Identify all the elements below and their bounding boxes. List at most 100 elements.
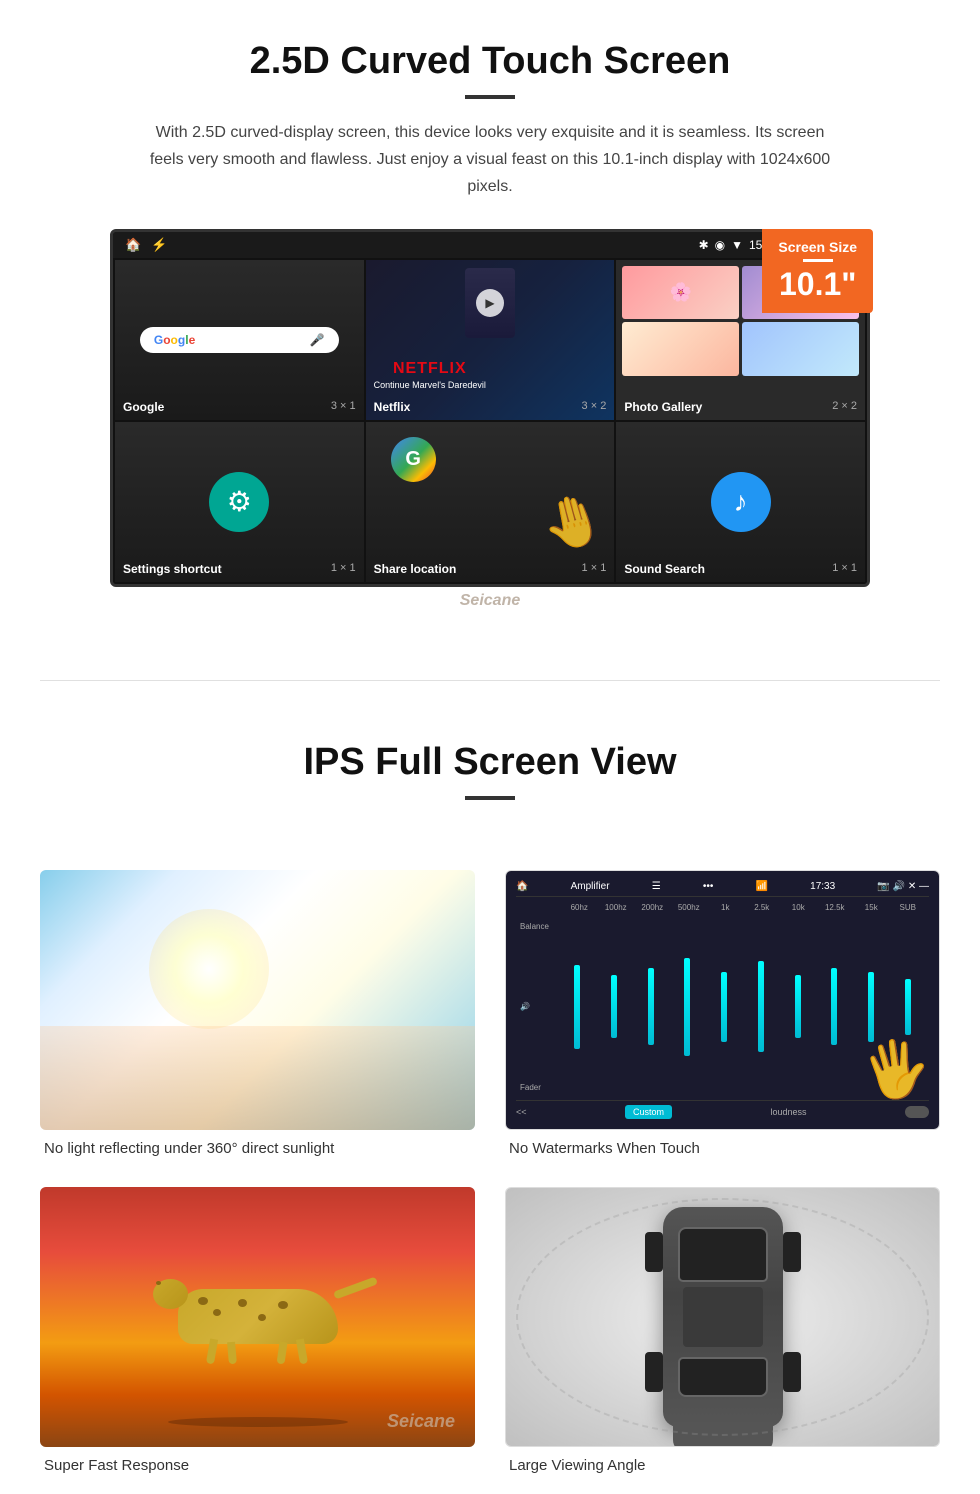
image-grid: No light reflecting under 360° direct su… [0, 850, 980, 1494]
section-divider [40, 680, 940, 681]
daredevil-figure: ▶ [465, 268, 515, 338]
netflix-subtitle: Continue Marvel's Daredevil [374, 380, 486, 390]
amp-labels: Balance 🔊 Fader [520, 922, 556, 1092]
eq-bar-10 [905, 979, 911, 1035]
amplifier-screen: 🏠 Amplifier ☰ ••• 📶 17:33 📷 🔊 ✕ — 60hz 1… [506, 871, 939, 1129]
eq-bar-4 [684, 958, 690, 1056]
statusbar-left: 🏠 ⚡ [125, 237, 167, 253]
curved-screen-section: 2.5D Curved Touch Screen With 2.5D curve… [0, 0, 980, 640]
amp-home-icon: 🏠 [516, 881, 528, 892]
loudness-label: loudness [770, 1107, 806, 1117]
leg-3 [276, 1342, 287, 1365]
gallery-thumb-4 [742, 322, 859, 376]
gallery-thumb-3 [622, 322, 739, 376]
cheetah-eye [156, 1281, 161, 1285]
sound-cell[interactable]: ♪ Sound Search 1 × 1 [616, 422, 865, 582]
eq-bar-5 [721, 972, 727, 1042]
eq-bar-2 [611, 975, 617, 1038]
eq-bar-7 [795, 975, 801, 1038]
cheetah-shape [178, 1289, 338, 1344]
sunlight-caption: No light reflecting under 360° direct su… [40, 1140, 475, 1157]
eq-bar-8 [831, 968, 837, 1045]
google-cell[interactable]: Google 🎤 Google 3 × 1 [115, 260, 364, 420]
seicane-watermark-1: Seicane [110, 592, 870, 610]
device-wrapper: Screen Size 10.1" 🏠 ⚡ ✱ ◉ ▼ 15:06 📷 🔊 ✕ [110, 229, 870, 610]
amplifier-card: 🏠 Amplifier ☰ ••• 📶 17:33 📷 🔊 ✕ — 60hz 1… [505, 870, 940, 1157]
volume-icon-amp: 🔊 [520, 1002, 556, 1011]
spot-2 [213, 1309, 221, 1316]
sound-icon[interactable]: ♪ [711, 472, 771, 532]
gallery-thumb-1: 🌸 [622, 266, 739, 320]
custom-button[interactable]: Custom [625, 1105, 672, 1119]
cheetah-image: Seicane [40, 1187, 475, 1447]
title-underline [465, 95, 515, 99]
amp-prev-icon[interactable]: << [516, 1107, 527, 1117]
eq-band-labels: 60hz 100hz 200hz 500hz 1k 2.5k 10k 12.5k… [516, 901, 929, 914]
spot-3 [238, 1299, 247, 1307]
google-search-bar[interactable]: Google 🎤 [140, 327, 339, 353]
gallery-cell-label: Photo Gallery 2 × 2 [624, 400, 857, 414]
eq-bar-3 [648, 968, 654, 1045]
device-screen: 🏠 ⚡ ✱ ◉ ▼ 15:06 📷 🔊 ✕ — [110, 229, 870, 587]
settings-icon[interactable]: ⚙ [209, 472, 269, 532]
amplifier-caption: No Watermarks When Touch [505, 1140, 940, 1157]
eq-bars-container: 🖐 [560, 922, 925, 1092]
loudness-toggle[interactable] [905, 1106, 929, 1118]
mic-icon[interactable]: 🎤 [310, 333, 325, 347]
amp-dots: ••• [703, 881, 714, 892]
hand-touch-icon: 🤚 [535, 486, 610, 559]
amp-icons: 📷 🔊 ✕ — [877, 881, 929, 892]
badge-label: Screen Size [778, 239, 857, 255]
eq-bar-6 [758, 961, 764, 1052]
cheetah-head [153, 1279, 188, 1309]
cheetah-card: Seicane Super Fast Response [40, 1187, 475, 1474]
horizon-gradient [40, 1026, 475, 1130]
eq-bar-9 [868, 972, 874, 1042]
hand-touch-amp-icon: 🖐 [856, 1031, 935, 1107]
amplifier-image: 🏠 Amplifier ☰ ••• 📶 17:33 📷 🔊 ✕ — 60hz 1… [505, 870, 940, 1130]
car-bg [506, 1188, 939, 1446]
screen-size-badge: Screen Size 10.1" [762, 229, 873, 313]
cheetah-body [178, 1289, 338, 1344]
spot-1 [198, 1297, 208, 1305]
share-cell[interactable]: G 🤚 Share location 1 × 1 [366, 422, 615, 582]
sun-glow [149, 909, 269, 1029]
settings-cell[interactable]: ⚙ Settings shortcut 1 × 1 [115, 422, 364, 582]
bluetooth-icon: ✱ [699, 238, 709, 252]
car-card: Large Viewing Angle [505, 1187, 940, 1474]
balance-label: Balance [520, 922, 556, 931]
share-cell-label: Share location 1 × 1 [374, 562, 607, 576]
cheetah-bg: Seicane [40, 1187, 475, 1447]
amp-main: Balance 🔊 Fader [516, 918, 929, 1096]
google-cell-label: Google 3 × 1 [123, 400, 356, 414]
amp-title: Amplifier [571, 881, 610, 892]
location-icon: ◉ [715, 238, 725, 252]
netflix-cell-label: Netflix 3 × 2 [374, 400, 607, 414]
wifi-icon: ▼ [731, 238, 743, 252]
section1-title: 2.5D Curved Touch Screen [60, 40, 920, 83]
sound-cell-label: Sound Search 1 × 1 [624, 562, 857, 576]
cheetah-caption: Super Fast Response [40, 1457, 475, 1474]
amp-header: 🏠 Amplifier ☰ ••• 📶 17:33 📷 🔊 ✕ — [516, 881, 929, 897]
badge-size: 10.1" [778, 266, 857, 303]
status-bar: 🏠 ⚡ ✱ ◉ ▼ 15:06 📷 🔊 ✕ — [113, 232, 867, 258]
badge-underline [803, 259, 833, 262]
settings-cell-label: Settings shortcut 1 × 1 [123, 562, 356, 576]
amp-wifi-icon: 📶 [756, 881, 768, 892]
home-icon[interactable]: 🏠 [125, 237, 141, 253]
maps-icon: G [391, 437, 436, 482]
usb-icon: ⚡ [151, 237, 167, 253]
leg-2 [227, 1342, 237, 1365]
viewing-angle-arc [516, 1198, 929, 1436]
car-image [505, 1187, 940, 1447]
netflix-cell[interactable]: ▶ NETFLIX Continue Marvel's Daredevil Ne… [366, 260, 615, 420]
sunlight-bg [40, 870, 475, 1130]
ips-title-underline [465, 796, 515, 800]
spot-4 [258, 1314, 266, 1321]
seicane-watermark-2: Seicane [387, 1411, 455, 1432]
cheetah-tail [332, 1277, 377, 1300]
cheetah-shadow [168, 1417, 348, 1427]
section2-title: IPS Full Screen View [40, 741, 940, 784]
section1-description: With 2.5D curved-display screen, this de… [140, 119, 840, 201]
play-button[interactable]: ▶ [476, 289, 504, 317]
